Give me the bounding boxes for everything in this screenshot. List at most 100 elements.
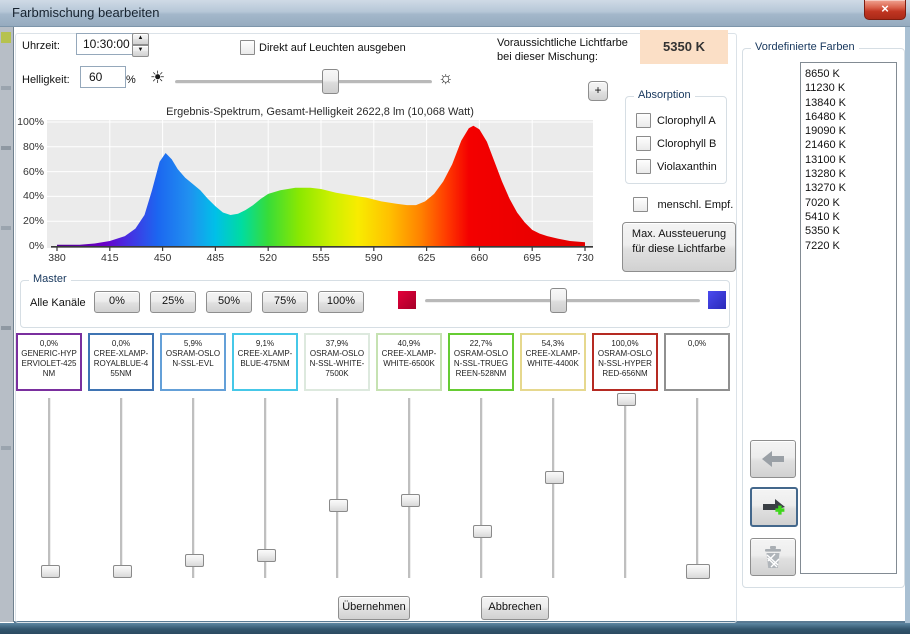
trash-icon — [760, 545, 786, 569]
channel-slider-handle[interactable] — [257, 549, 276, 562]
channel-slider-handle[interactable] — [686, 564, 710, 579]
channel-percent: 0,0% — [90, 339, 152, 349]
master-preset-button[interactable]: 75% — [262, 291, 308, 313]
x-tick-label: 520 — [254, 252, 282, 264]
preset-list-item[interactable]: 11230 K — [801, 81, 896, 95]
cancel-button[interactable]: Abbrechen — [481, 596, 549, 620]
preset-list-item[interactable]: 19090 K — [801, 124, 896, 138]
absorption-option-row: Clorophyll B — [636, 136, 726, 151]
preset-list-item[interactable]: 5350 K — [801, 224, 896, 238]
channel-box[interactable]: 22,7%OSRAM-OSLON-SSL-TRUEGREEN-528NM — [448, 333, 514, 391]
channel-slider-handle[interactable] — [617, 393, 636, 406]
preset-list-item[interactable]: 21460 K — [801, 138, 896, 152]
brightness-slider-track[interactable] — [175, 80, 432, 84]
channel-percent: 40,9% — [378, 339, 440, 349]
brightness-slider-handle[interactable] — [322, 69, 339, 94]
x-tick-label: 590 — [360, 252, 388, 264]
predicted-color-value: 5350 K — [640, 30, 728, 64]
spectrum-svg — [47, 120, 593, 248]
channel-name: CREE-XLAMP-WHITE-4400K — [522, 349, 584, 369]
predefined-colors-list[interactable]: 8650 K11230 K13840 K16480 K19090 K21460 … — [800, 62, 897, 574]
channel-slider-handle[interactable] — [185, 554, 204, 567]
x-tick-label: 485 — [201, 252, 229, 264]
channel-percent: 54,3% — [522, 339, 584, 349]
channel-box[interactable]: 0,0% — [664, 333, 730, 391]
window-title: Farbmischung bearbeiten — [12, 5, 159, 20]
master-preset-button[interactable]: 0% — [94, 291, 140, 313]
channel-slider-track[interactable] — [624, 398, 627, 578]
spinner-up-icon[interactable]: ▲ — [132, 33, 149, 45]
max-aussteuerung-button[interactable]: Max. Aussteuerung für diese Lichtfarbe — [622, 222, 736, 272]
background-chip — [1, 32, 11, 43]
channel-percent: 37,9% — [306, 339, 368, 349]
channel-name: GENERIC-HYPERVIOLET-425NM — [18, 349, 80, 379]
absorption-checkbox[interactable] — [636, 136, 651, 151]
preset-list-item[interactable]: 16480 K — [801, 110, 896, 124]
channel-slider-track[interactable] — [192, 398, 195, 578]
channel-box[interactable]: 5,9%OSRAM-OSLON-SSL-EVL — [160, 333, 226, 391]
channel-box[interactable]: 54,3%CREE-XLAMP-WHITE-4400K — [520, 333, 586, 391]
master-preset-buttons: 0% 25% 50% 75% 100% — [94, 291, 364, 313]
spectrum-chart — [47, 120, 593, 248]
x-tick-label: 555 — [307, 252, 335, 264]
absorption-checkbox[interactable] — [636, 159, 651, 174]
spinner-down-icon[interactable]: ▼ — [132, 45, 149, 57]
channel-box[interactable]: 0,0%CREE-XLAMP-ROYALBLUE-455NM — [88, 333, 154, 391]
add-preset-button[interactable]: + — [588, 81, 608, 101]
brightness-input[interactable]: 60 — [80, 66, 126, 88]
dialog-bottom-border — [0, 623, 910, 634]
time-input[interactable]: 10:30:00 — [76, 33, 140, 55]
background-chip — [1, 86, 11, 90]
background-chip — [1, 326, 11, 330]
channel-slider-handle[interactable] — [401, 494, 420, 507]
master-slider-handle[interactable] — [550, 288, 567, 313]
channel-slider-track[interactable] — [336, 398, 339, 578]
channel-slider-handle[interactable] — [41, 565, 60, 578]
preset-list-item[interactable]: 13840 K — [801, 96, 896, 110]
channel-box[interactable]: 0,0%GENERIC-HYPERVIOLET-425NM — [16, 333, 82, 391]
preset-list-item[interactable]: 7020 K — [801, 196, 896, 210]
preset-list-item[interactable]: 8650 K — [801, 67, 896, 81]
preset-list-item[interactable]: 13270 K — [801, 181, 896, 195]
channel-slider-track[interactable] — [120, 398, 123, 578]
absorption-group: Absorption Clorophyll AClorophyll BViola… — [625, 96, 727, 184]
save-preset-button[interactable] — [750, 487, 798, 527]
master-preset-button[interactable]: 50% — [206, 291, 252, 313]
master-preset-button[interactable]: 100% — [318, 291, 364, 313]
channel-slider-handle[interactable] — [329, 499, 348, 512]
preset-list-item[interactable]: 7220 K — [801, 239, 896, 253]
human-sensitivity-checkbox[interactable] — [633, 197, 648, 212]
absorption-checkbox[interactable] — [636, 113, 651, 128]
delete-preset-button[interactable] — [750, 538, 796, 576]
channel-box[interactable]: 100,0%OSRAM-OSLON-SSL-HYPERRED-656NM — [592, 333, 658, 391]
x-tick-label: 660 — [465, 252, 493, 264]
channel-slider-handle[interactable] — [473, 525, 492, 538]
channel-box[interactable]: 40,9%CREE-XLAMP-WHITE-6500K — [376, 333, 442, 391]
channel-box[interactable]: 9,1%CREE-XLAMP-BLUE-475NM — [232, 333, 298, 391]
arrow-right-plus-icon — [760, 497, 788, 517]
channel-slider-handle[interactable] — [113, 565, 132, 578]
channel-slider-handle[interactable] — [545, 471, 564, 484]
channel-box[interactable]: 37,9%OSRAM-OSLON-SSL-WHITE-7500K — [304, 333, 370, 391]
channel-slider-track[interactable] — [480, 398, 483, 578]
y-tick-label: 20% — [6, 215, 44, 227]
title-bar[interactable]: Farbmischung bearbeiten — [0, 0, 910, 27]
direct-output-checkbox[interactable] — [240, 40, 255, 55]
x-tick-label: 625 — [413, 252, 441, 264]
arrow-left-icon — [759, 449, 787, 469]
red-color-swatch — [398, 291, 416, 309]
apply-button[interactable]: Übernehmen — [338, 596, 410, 620]
channel-slider-track[interactable] — [552, 398, 555, 578]
channel-slider-track[interactable] — [48, 398, 51, 578]
channel-slider-track[interactable] — [696, 398, 699, 578]
master-preset-button[interactable]: 25% — [150, 291, 196, 313]
load-preset-button[interactable] — [750, 440, 796, 478]
preset-list-item[interactable]: 5410 K — [801, 210, 896, 224]
y-tick-label: 60% — [6, 166, 44, 178]
human-sensitivity-row: menschl. Empf. — [633, 196, 733, 214]
close-button[interactable]: × — [864, 0, 906, 20]
time-spinner[interactable]: ▲ ▼ — [132, 33, 149, 55]
preset-list-item[interactable]: 13280 K — [801, 167, 896, 181]
channel-slider-track[interactable] — [408, 398, 411, 578]
preset-list-item[interactable]: 13100 K — [801, 153, 896, 167]
